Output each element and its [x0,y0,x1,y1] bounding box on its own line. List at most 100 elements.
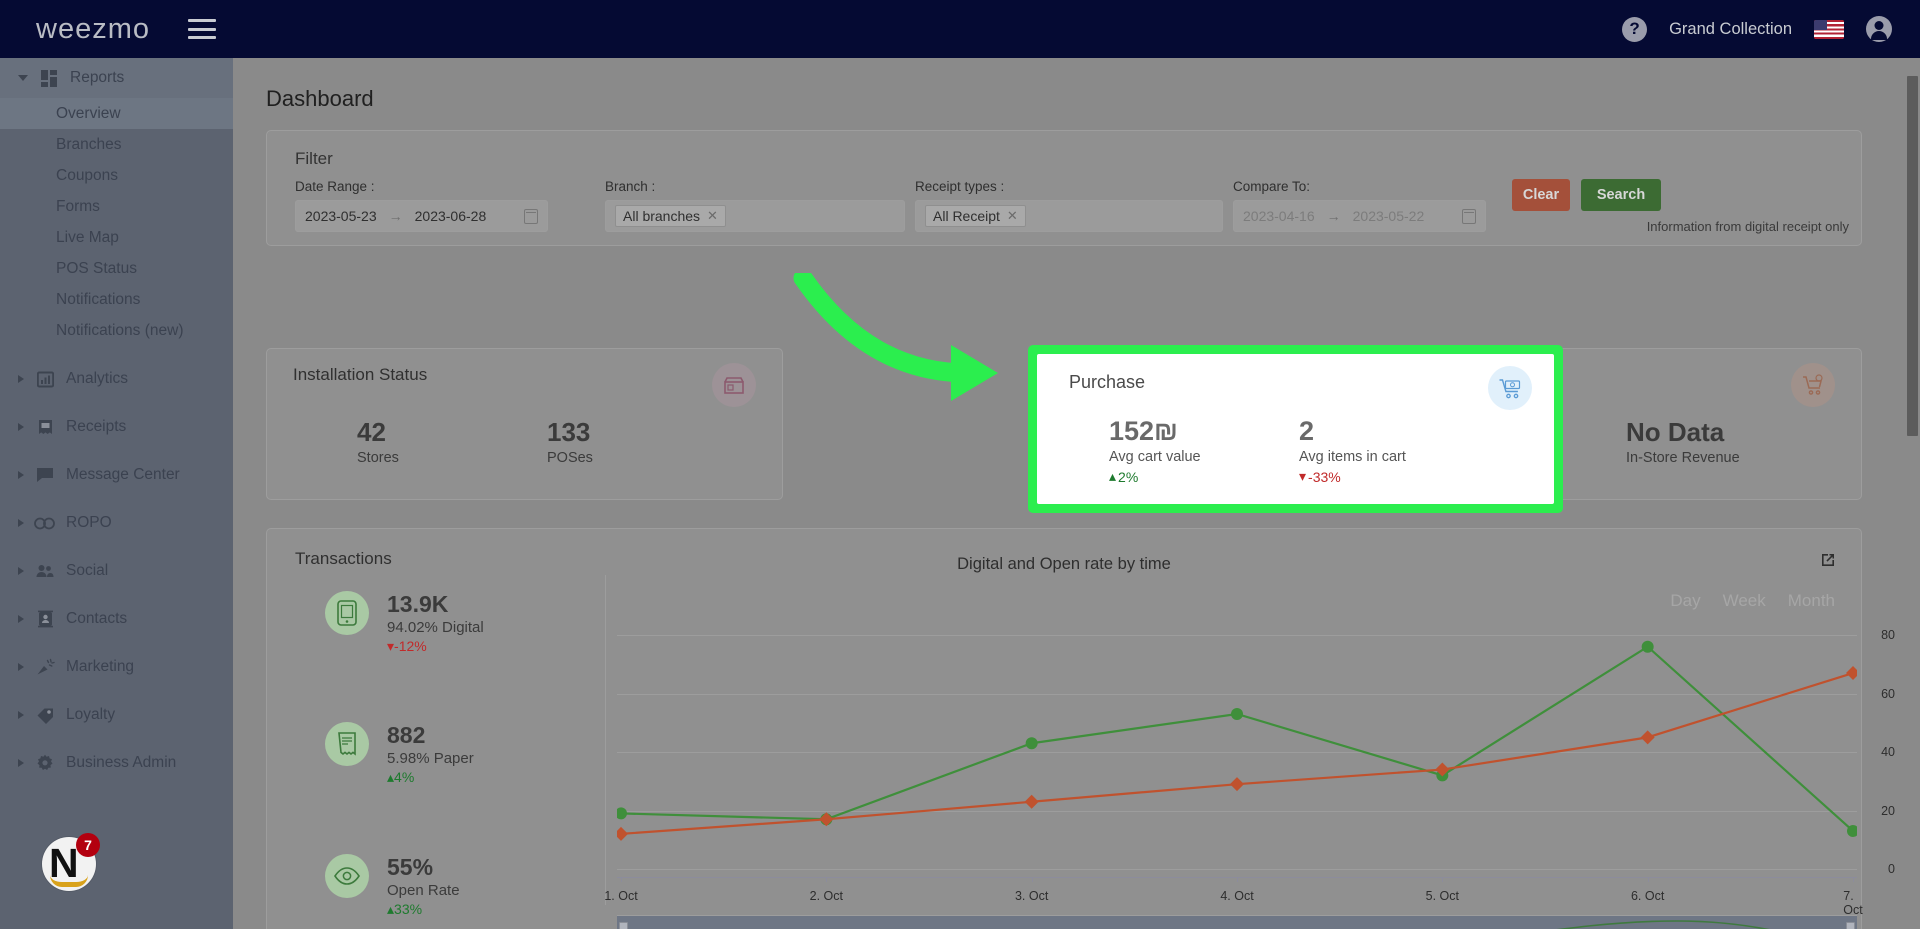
compare-to-input[interactable]: 2023-04-16 → 2023-05-22 [1233,200,1486,232]
line-chart[interactable]: 0 20 40 60 80 1. Oct 2. Oct 3. Oct 4. Oct 5. Oct… [604,621,1895,917]
tab-month[interactable]: Month [1788,591,1835,611]
chart-data-point[interactable] [1641,640,1654,653]
chart-x-tick-label: 7. Oct [1843,889,1863,917]
branch-select[interactable]: All branches ✕ [605,200,905,232]
date-range-input[interactable]: 2023-05-23 → 2023-06-28 [295,200,548,232]
sidebar-item-reports[interactable]: Reports [0,58,233,98]
sidebar-item-receipts[interactable]: Receipts [0,403,233,451]
chart-range-navigator[interactable]: 1. Oct2. Oct3. Oct4. Oct5. Oct6. Oct [617,915,1857,929]
transactions-label: Open Rate [387,882,460,899]
chart-y-tick-label: 60 [1881,686,1895,701]
chart-plot-area [617,640,1857,841]
compare-to-end[interactable]: 2023-05-22 [1353,208,1425,224]
sidebar-item-pos-status[interactable]: POS Status [0,253,233,284]
mobile-receipt-icon [325,591,369,635]
chart-x-tick [621,877,622,882]
transactions-value: 13.9K [387,591,449,617]
page-scrollbar-thumb[interactable] [1907,76,1918,436]
kpi-card-installation-status[interactable]: Installation Status 42 Stores 133 POSes [266,348,783,500]
receipt-icon [34,417,56,437]
us-flag-icon[interactable] [1814,19,1844,39]
chat-bubble-icon [34,465,56,485]
notification-badge[interactable]: 7 [76,833,100,857]
calendar-icon[interactable] [524,208,538,224]
sidebar-item-ropo[interactable]: ROPO [0,499,233,547]
chart-data-point[interactable] [617,826,628,841]
sidebar-item-branches[interactable]: Branches [0,129,233,160]
weezmo-logo[interactable]: weezmo [36,13,150,46]
hamburger-menu-icon[interactable] [188,19,216,39]
chart-data-point[interactable] [1024,794,1039,809]
date-range-end[interactable]: 2023-06-28 [415,208,487,224]
annotation-arrow-icon [793,273,998,401]
chart-y-tick-label: 20 [1881,803,1895,818]
chart-data-point[interactable] [1846,666,1857,681]
close-icon[interactable]: ✕ [707,208,718,224]
transactions-item-digital: 13.9K 94.02% Digital ▾-12% [325,591,484,655]
paper-receipt-icon [325,722,369,766]
help-icon[interactable]: ? [1622,16,1648,42]
kpi-delta: ▴ 2% [1109,468,1139,485]
sidebar-item-notifications[interactable]: Notifications [0,284,233,315]
sidebar-item-coupons[interactable]: Coupons [0,160,233,191]
receipt-type-tag[interactable]: All Receipt ✕ [925,205,1026,227]
sidebar-item-overview[interactable]: Overview [0,98,233,129]
sidebar-item-forms[interactable]: Forms [0,191,233,222]
sidebar-item-social[interactable]: Social [0,547,233,595]
page-scrollbar[interactable] [1905,58,1920,929]
compare-to-arrow: → [1326,208,1341,224]
people-group-icon [34,561,56,581]
chart-data-point[interactable] [1230,777,1244,792]
compare-to-start[interactable]: 2023-04-16 [1243,208,1315,224]
kpi-card-purchase: Purchase 152₪ Avg cart value ▴ 2% 2 Avg i… [1037,354,1554,504]
chart-y-tick-label: 80 [1881,628,1895,642]
date-range-arrow: → [388,208,403,224]
chart-data-point[interactable] [1640,730,1655,745]
sidebar-label-reports: Reports [70,69,125,86]
account-avatar-icon[interactable] [1866,16,1892,42]
receipt-types-field: Receipt types : All Receipt ✕ [915,179,1223,232]
sidebar-label-marketing: Marketing [66,658,135,675]
receipt-type-tag-label: All Receipt [933,208,1000,224]
sidebar-item-message-center[interactable]: Message Center [0,451,233,499]
clear-button[interactable]: Clear [1512,179,1570,211]
chart-x-tick-label: 5. Oct [1425,889,1459,903]
branch-tag[interactable]: All branches ✕ [615,205,726,227]
sidebar-item-marketing[interactable]: Marketing [0,643,233,691]
eye-icon [325,854,369,898]
sidebar-label-social: Social [66,562,109,579]
dashboard-grid-icon [38,68,60,88]
transactions-value: 882 [387,722,426,748]
chart-data-point[interactable] [1231,707,1243,720]
search-button[interactable]: Search [1581,179,1661,211]
account-name-label[interactable]: Grand Collection [1669,20,1792,39]
chart-data-point[interactable] [1025,737,1038,750]
kpi-delta: ▾ -33% [1299,468,1341,485]
open-in-new-icon[interactable] [1819,551,1837,569]
close-icon[interactable]: ✕ [1007,208,1018,224]
navigator-handle-left[interactable] [619,922,628,929]
date-range-field: Date Range : 2023-05-23 → 2023-06-28 [295,179,548,232]
receipt-types-select[interactable]: All Receipt ✕ [915,200,1223,232]
chart-data-point[interactable] [819,812,834,827]
sidebar-item-contacts[interactable]: Contacts [0,595,233,643]
sidebar-item-analytics[interactable]: Analytics [0,355,233,403]
date-range-start[interactable]: 2023-05-23 [305,208,377,224]
sidebar-item-business-admin[interactable]: Business Admin [0,739,233,787]
sidebar-item-loyalty[interactable]: Loyalty [0,691,233,739]
hamburger-line [188,36,216,39]
calendar-icon[interactable] [1462,208,1476,224]
tab-week[interactable]: Week [1723,591,1766,611]
branch-tag-label: All branches [623,208,701,224]
top-bar-right-cluster: ? Grand Collection [1622,16,1892,42]
kpi-card-purchase-highlighted[interactable]: Purchase 152₪ Avg cart value ▴ 2% 2 Avg i… [1028,345,1563,513]
chart-data-point[interactable] [617,807,627,820]
branch-field: Branch : All branches ✕ [605,179,905,232]
sidebar-item-live-map[interactable]: Live Map [0,222,233,253]
tab-day[interactable]: Day [1670,591,1700,611]
brand-logo-bottom[interactable]: N 7 [42,833,100,891]
sidebar-item-notifications-new[interactable]: Notifications (new) [0,315,233,346]
chevron-right-icon [18,519,24,527]
navigator-handle-right[interactable] [1846,922,1855,929]
chart-x-tick-label: 1. Oct [604,889,638,903]
